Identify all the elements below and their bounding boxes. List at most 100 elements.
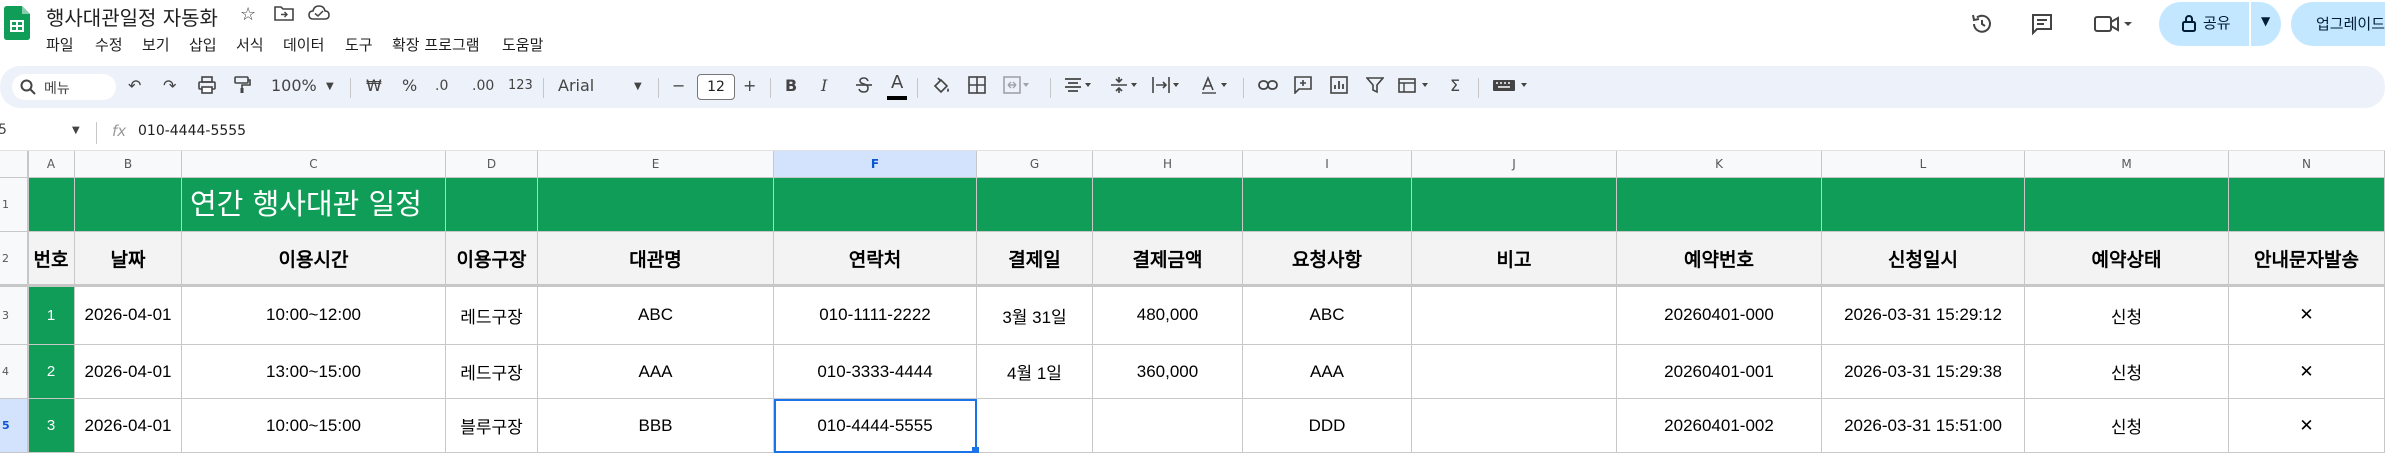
undo-icon[interactable]: ↶ [128,76,141,95]
upgrade-label[interactable]: 업그레이드 [2316,13,2385,34]
font-size-input[interactable]: 12 [697,74,735,100]
menu-help[interactable]: 도움말 [502,34,543,55]
sms-sent-cell[interactable]: ✕ [2229,399,2385,453]
text-rotation-icon[interactable] [1200,75,1230,98]
redo-icon[interactable]: ↷ [163,76,176,95]
column-header-m[interactable]: M [2025,151,2229,178]
text-wrapping-icon[interactable] [1152,76,1182,98]
font-dropdown-icon[interactable]: ▼ [634,81,642,92]
data-cell[interactable]: 신청 [2025,345,2229,399]
menu-view[interactable]: 보기 [142,34,170,55]
input-tools-icon[interactable] [1492,76,1532,98]
column-header-f[interactable]: F [774,151,977,178]
star-icon[interactable]: ☆ [240,4,256,25]
data-cell[interactable]: 레드구장 [446,345,538,399]
bold-button[interactable]: B [785,76,797,95]
data-cell[interactable]: 4월 1일 [977,345,1093,399]
data-cell[interactable]: ABC [1243,286,1412,345]
column-header-i[interactable]: I [1243,151,1412,178]
column-header-h[interactable]: H [1093,151,1243,178]
insert-comment-icon[interactable] [1294,76,1312,98]
data-cell[interactable]: 1 [28,286,75,345]
sheets-logo-icon[interactable] [4,6,30,40]
font-size-decrease-button[interactable]: − [672,76,685,95]
italic-button[interactable]: I [821,76,827,95]
header-cell[interactable]: 이용구장 [446,232,538,286]
row-header-4[interactable]: 4 [0,345,28,399]
data-cell[interactable]: 2026-03-31 15:29:38 [1822,345,2025,399]
column-header-n[interactable]: N [2229,151,2385,178]
number-format-button[interactable]: 123 [508,78,533,93]
fill-color-icon[interactable] [932,76,952,100]
title-band-cell[interactable] [1822,178,2025,232]
document-title[interactable]: 행사대관일정 자동화 [46,2,218,31]
title-band-cell[interactable] [28,178,75,232]
column-header-c[interactable]: C [182,151,446,178]
data-cell[interactable]: 360,000 [1093,345,1243,399]
functions-icon[interactable]: Σ [1450,76,1460,95]
print-icon[interactable] [198,76,216,98]
data-cell[interactable]: AAA [538,345,774,399]
data-cell[interactable]: 신청 [2025,399,2229,453]
title-band-cell[interactable] [774,178,977,232]
data-cell[interactable]: 신청 [2025,286,2229,345]
title-band-cell[interactable] [1412,178,1617,232]
title-band-cell[interactable] [1093,178,1243,232]
header-cell[interactable]: 대관명 [538,232,774,286]
data-cell[interactable] [977,399,1093,453]
row-header-1[interactable]: 1 [0,178,28,232]
move-folder-icon[interactable] [274,4,294,27]
data-cell[interactable]: BBB [538,399,774,453]
title-band-cell[interactable] [1617,178,1822,232]
zoom-dropdown-icon[interactable]: ▼ [326,81,334,92]
name-box[interactable]: F5 [0,122,7,138]
data-cell[interactable] [1412,345,1617,399]
column-header-a[interactable]: A [28,151,75,178]
share-label[interactable]: 공유 [2203,12,2231,33]
header-cell[interactable]: 날짜 [75,232,182,286]
comments-icon[interactable] [2030,12,2054,42]
row-header-3[interactable]: 3 [0,286,28,345]
data-cell[interactable]: 20260401-002 [1617,399,1822,453]
column-header-l[interactable]: L [1822,151,2025,178]
column-header-j[interactable]: J [1412,151,1617,178]
zoom-select[interactable]: 100% [271,76,317,95]
data-cell[interactable]: 3 [28,399,75,453]
text-color-button[interactable]: A [891,72,903,93]
cloud-status-icon[interactable] [308,4,330,27]
title-band-cell[interactable] [1243,178,1412,232]
borders-icon[interactable] [968,76,986,98]
merge-cells-icon[interactable] [1003,76,1031,98]
data-cell[interactable]: 480,000 [1093,286,1243,345]
sheet-title[interactable]: 연간 행사대관 일정 [190,178,790,232]
paint-format-icon[interactable] [233,76,251,98]
data-cell[interactable]: 010-3333-4444 [774,345,977,399]
select-all-corner[interactable] [0,151,28,178]
menu-file[interactable]: 파일 [46,34,74,55]
column-header-k[interactable]: K [1617,151,1822,178]
name-box-dropdown-icon[interactable]: ▼ [72,125,80,136]
currency-format-button[interactable]: ₩ [366,76,382,95]
insert-chart-icon[interactable] [1330,76,1348,98]
filter-icon[interactable] [1365,76,1385,98]
menu-format[interactable]: 서식 [236,34,264,55]
filter-views-icon[interactable] [1398,76,1432,98]
data-cell[interactable] [1093,399,1243,453]
font-size-increase-button[interactable]: + [743,76,756,95]
meet-video-icon[interactable] [2093,12,2133,42]
formula-input[interactable]: 010-4444-5555 [138,123,246,139]
header-cell[interactable]: 비고 [1412,232,1617,286]
data-cell[interactable]: 10:00~15:00 [182,399,446,453]
column-header-g[interactable]: G [977,151,1093,178]
data-cell[interactable]: 10:00~12:00 [182,286,446,345]
header-cell[interactable]: 신청일시 [1822,232,2025,286]
header-cell[interactable]: 결제일 [977,232,1093,286]
sms-sent-cell[interactable]: ✕ [2229,345,2385,399]
header-cell[interactable]: 번호 [28,232,75,286]
decrease-decimal-button[interactable]: .0 [435,78,448,94]
title-band-cell[interactable] [75,178,182,232]
data-cell[interactable]: 2026-04-01 [75,399,182,453]
header-cell[interactable]: 안내문자발송 [2229,232,2385,286]
data-cell[interactable]: 2026-03-31 15:51:00 [1822,399,2025,453]
column-header-d[interactable]: D [446,151,538,178]
